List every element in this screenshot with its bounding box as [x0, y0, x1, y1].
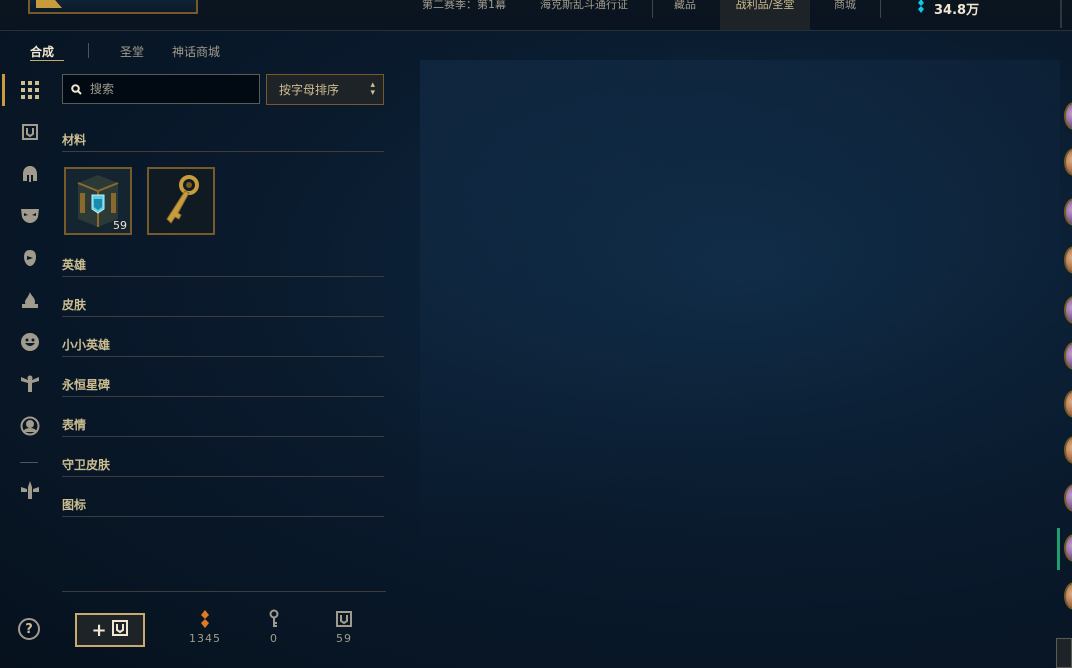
ward-totem-icon[interactable] — [16, 370, 44, 398]
keys-count: 0 — [270, 632, 278, 645]
sort-dropdown-label: 按字母排序 — [279, 83, 340, 97]
section-emotes-label: 表情 — [62, 418, 87, 432]
section-eternals-label: 永恒星碑 — [62, 378, 111, 392]
friend-avatar[interactable] — [1064, 102, 1072, 130]
friend-avatar[interactable] — [1064, 390, 1072, 418]
friend-avatar[interactable] — [1064, 484, 1072, 512]
tab-sanctum[interactable]: 圣堂 — [120, 43, 144, 60]
friend-avatar[interactable] — [1064, 246, 1072, 274]
top-navigation-bar: 第二赛季：第1幕 海克斯乱斗通行证 藏品 战利品/圣堂 商城 34.8万 — [0, 0, 1072, 31]
all-items-grid-icon[interactable] — [16, 76, 44, 104]
section-emotes[interactable]: 表情 — [62, 416, 384, 437]
profile-icon-filter-icon[interactable] — [16, 412, 44, 440]
chests-count: 59 — [336, 632, 352, 645]
nav-collection[interactable]: 藏品 — [674, 0, 696, 30]
nav-season-pass-act[interactable]: 第二赛季：第1幕 — [422, 0, 506, 30]
emote-face-icon[interactable] — [16, 328, 44, 356]
help-button[interactable]: ? — [18, 618, 40, 640]
keys-resource: 0 — [254, 606, 294, 645]
blue-essence-icon — [914, 0, 928, 17]
nav-loot-sanctum[interactable]: 战利品/圣堂 — [720, 0, 810, 30]
chest-filter-icon[interactable] — [16, 118, 44, 146]
game-logo[interactable] — [28, 0, 198, 14]
nav-hextech-pass[interactable]: 海克斯乱斗通行证 — [540, 0, 628, 30]
champion-helmet-icon[interactable] — [16, 160, 44, 188]
friend-avatar[interactable] — [1064, 198, 1072, 226]
friend-avatar[interactable] — [1064, 296, 1072, 324]
section-icons-label: 图标 — [62, 498, 87, 512]
little-legend-icon[interactable] — [16, 244, 44, 272]
tab-mythic-shop[interactable]: 神话商城 — [172, 43, 220, 60]
tab-craft[interactable]: 合成 — [30, 43, 54, 60]
chests-resource: 59 — [324, 606, 364, 645]
orange-essence-resource: 1345 — [185, 606, 225, 645]
active-filter-indicator — [2, 74, 5, 106]
orange-essence-count: 1345 — [189, 632, 221, 645]
chest-icon — [111, 619, 129, 642]
section-ward-skins-label: 守卫皮肤 — [62, 458, 111, 472]
nav-store[interactable]: 商城 — [834, 0, 856, 30]
hextech-key-item[interactable] — [147, 167, 215, 235]
friend-avatar[interactable] — [1064, 342, 1072, 370]
hextech-key-icon — [149, 169, 213, 233]
friend-avatar[interactable] — [1064, 436, 1072, 464]
eternals-flame-icon[interactable] — [16, 286, 44, 314]
active-tab-underline — [30, 60, 64, 61]
section-little-legends-label: 小小英雄 — [62, 338, 111, 352]
friend-avatar[interactable] — [1064, 582, 1072, 610]
hextech-chest-count: 59 — [113, 219, 127, 232]
online-status-bar — [1057, 528, 1060, 570]
loot-search-box[interactable] — [62, 74, 260, 104]
key-icon — [254, 606, 294, 632]
section-materials-label: 材料 — [62, 133, 87, 147]
blue-essence-value: 34.8万 — [934, 2, 980, 18]
section-little-legends[interactable]: 小小英雄 — [62, 336, 384, 357]
blue-essence-balance[interactable]: 34.8万 — [914, 0, 980, 18]
hextech-chest-item[interactable]: 59 — [64, 167, 132, 235]
plus-icon: + — [91, 619, 107, 641]
search-icon — [71, 80, 82, 99]
section-skins-label: 皮肤 — [62, 298, 87, 312]
friend-avatar[interactable] — [1064, 148, 1072, 176]
sort-dropdown[interactable]: 按字母排序 ▴ ▾ — [266, 74, 384, 105]
skin-mask-icon[interactable] — [16, 202, 44, 230]
search-input[interactable] — [88, 81, 252, 97]
section-champions-label: 英雄 — [62, 258, 87, 272]
section-materials[interactable]: 材料 — [62, 131, 384, 152]
other-loot-icon[interactable] — [16, 476, 44, 504]
section-ward-skins[interactable]: 守卫皮肤 — [62, 456, 384, 477]
chest-icon — [324, 606, 364, 632]
friend-avatar[interactable] — [1064, 534, 1072, 562]
section-icons[interactable]: 图标 — [62, 496, 384, 517]
section-eternals[interactable]: 永恒星碑 — [62, 376, 384, 397]
chat-button[interactable] — [1056, 638, 1072, 668]
section-skins[interactable]: 皮肤 — [62, 296, 384, 317]
section-champions[interactable]: 英雄 — [62, 256, 384, 277]
add-chest-button[interactable]: + — [75, 613, 145, 647]
orange-essence-icon — [185, 606, 225, 632]
sort-chevron-icon: ▴ ▾ — [370, 80, 375, 98]
